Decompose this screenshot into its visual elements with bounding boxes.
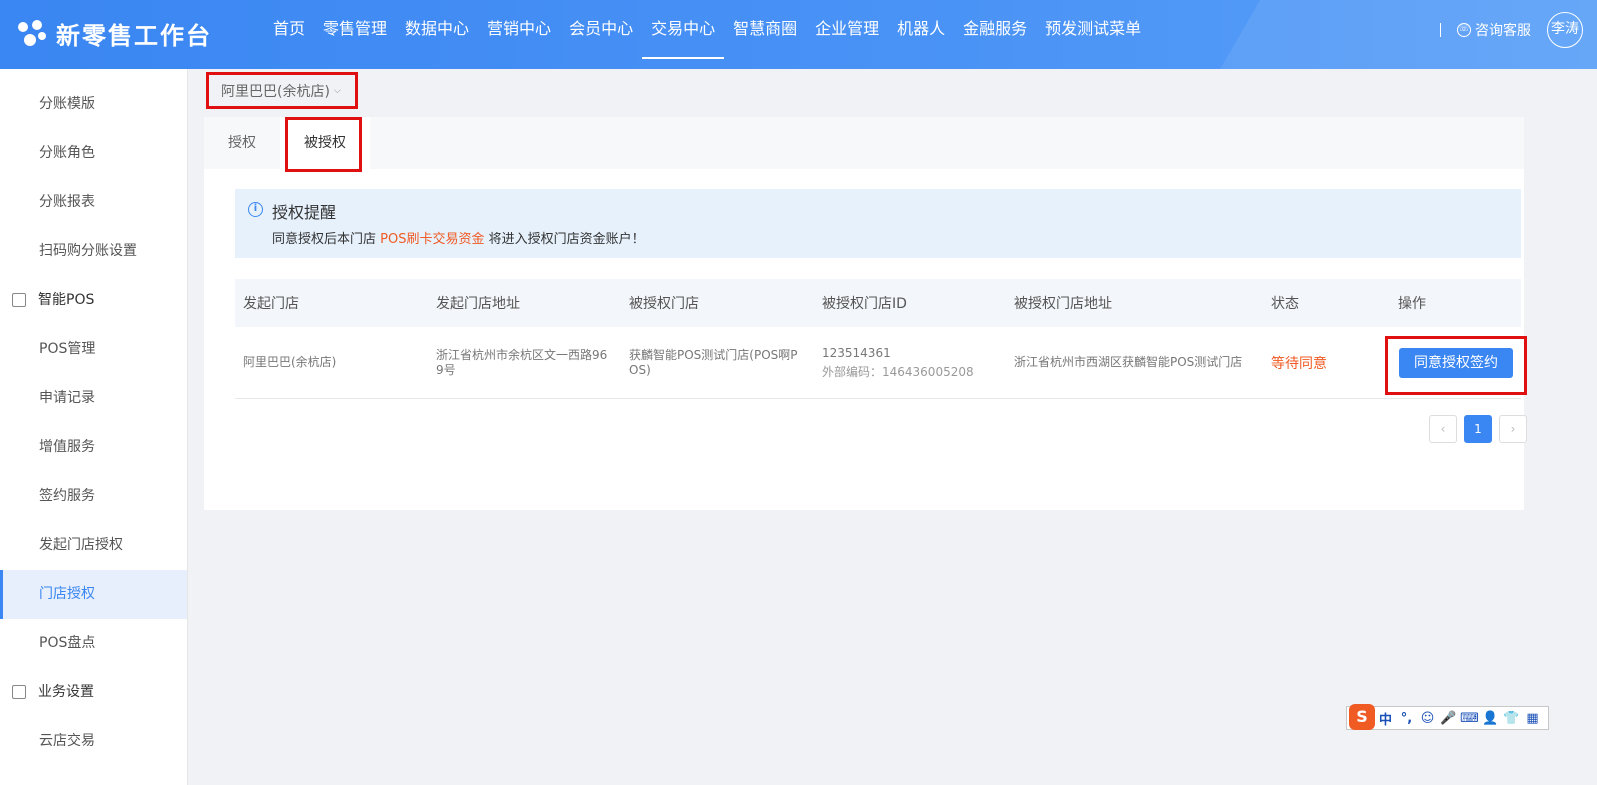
nav-member[interactable]: 会员中心 — [560, 0, 642, 69]
sidebar-group-smart-pos[interactable]: 智能POS — [0, 276, 187, 325]
th-auth-store: 被授权门店 — [629, 296, 699, 312]
auth-notice: i 授权提醒 同意授权后本门店 POS刷卡交易资金 将进入授权门店资金账户！ — [235, 189, 1521, 258]
cell-auth-store: 获麟智能POS测试门店(POS啊POS) — [629, 347, 798, 377]
th-action: 操作 — [1398, 296, 1426, 312]
sidebar-item-split-report[interactable]: 分账报表 — [0, 178, 187, 227]
ime-voice-icon[interactable]: 🎤 — [1438, 711, 1459, 726]
store-selector-value: 阿里巴巴(余杭店) — [221, 83, 330, 100]
notice-body: 同意授权后本门店 POS刷卡交易资金 将进入授权门店资金账户！ — [272, 228, 645, 247]
tab-authorized[interactable]: 被授权 — [280, 117, 370, 169]
table-row: 阿里巴巴(余杭店) 浙江省杭州市余杭区文一西路969号 获麟智能POS测试门店(… — [235, 327, 1521, 399]
sidebar-group-label: 业务设置 — [38, 684, 94, 700]
sidebar-item-split-role[interactable]: 分账角色 — [0, 129, 187, 178]
ime-chinese-mode-icon[interactable]: 中 — [1375, 709, 1396, 728]
notice-body-post: 将进入授权门店资金账户！ — [484, 232, 645, 247]
sidebar-item-pos-manage[interactable]: POS管理 — [0, 325, 187, 374]
nav-retail[interactable]: 零售管理 — [314, 0, 396, 69]
page-1-button[interactable]: 1 — [1464, 415, 1492, 443]
sidebar-item-initiate-auth[interactable]: 发起门店授权 — [0, 521, 187, 570]
auth-tabs: 授权 被授权 — [204, 117, 1524, 172]
sidebar-item-scan-split-settings[interactable]: 扫码购分账设置 — [0, 227, 187, 276]
ime-toolbar: S 中 °, ☺ 🎤 ⌨ 👤 👕 ▦ — [1346, 704, 1549, 730]
sidebar-item-split-template[interactable]: 分账模版 — [0, 80, 187, 129]
logo-text: 新零售工作台 — [56, 22, 212, 50]
ime-punctuation-icon[interactable]: °, — [1396, 711, 1417, 726]
prev-page-button[interactable]: ‹ — [1429, 415, 1457, 443]
pos-device-icon — [12, 293, 26, 307]
nav-data[interactable]: 数据中心 — [396, 0, 478, 69]
ime-user-icon[interactable]: 👤 — [1480, 711, 1501, 726]
tab-authorize[interactable]: 授权 — [204, 117, 280, 169]
ime-skin-icon[interactable]: 👕 — [1501, 711, 1522, 726]
sidebar-item-cloud-trade[interactable]: 云店交易 — [0, 717, 187, 766]
main-nav: 首页 零售管理 数据中心 营销中心 会员中心 交易中心 智慧商圈 企业管理 机器… — [264, 0, 1150, 69]
th-auth-store-id: 被授权门店ID — [822, 296, 907, 312]
table-header: 发起门店 发起门店地址 被授权门店 被授权门店ID 被授权门店地址 状态 操作 — [235, 279, 1521, 327]
user-avatar[interactable]: 李涛 — [1547, 12, 1583, 48]
pagination: ‹ 1 › — [1422, 415, 1527, 443]
th-origin-store: 发起门店 — [243, 296, 299, 312]
nav-marketing[interactable]: 营销中心 — [478, 0, 560, 69]
cell-auth-store-id: 123514361 外部编码：146436005208 — [814, 346, 1006, 380]
notice-title: 授权提醒 — [272, 203, 337, 222]
th-origin-address: 发起门店地址 — [436, 296, 520, 312]
top-header: 新零售工作台 首页 零售管理 数据中心 营销中心 会员中心 交易中心 智慧商圈 … — [0, 0, 1597, 69]
customer-service-link[interactable]: ☏ 咨询客服 — [1457, 20, 1531, 40]
notice-body-pre: 同意授权后本门店 — [272, 232, 381, 247]
headset-icon: ☏ — [1457, 23, 1471, 37]
content-panel: 授权 被授权 i 授权提醒 同意授权后本门店 POS刷卡交易资金 将进入授权门店… — [204, 117, 1527, 510]
auth-store-id: 123514361 — [822, 345, 891, 360]
cell-auth-address: 浙江省杭州市西湖区获麟智能POS测试门店 — [1014, 355, 1243, 369]
app-logo[interactable]: 新零售工作台 — [16, 16, 212, 51]
sidebar-item-store-auth[interactable]: 门店授权 — [0, 570, 187, 619]
service-label: 咨询客服 — [1475, 23, 1531, 39]
sidebar-item-apply-records[interactable]: 申请记录 — [0, 374, 187, 423]
header-right: ☏ 咨询客服 李涛 — [1440, 12, 1583, 48]
cell-origin-store: 阿里巴巴(余杭店) — [243, 355, 337, 369]
auth-table: 发起门店 发起门店地址 被授权门店 被授权门店ID 被授权门店地址 状态 操作 … — [235, 279, 1527, 399]
sidebar-item-sign-service[interactable]: 签约服务 — [0, 472, 187, 521]
th-auth-address: 被授权门店地址 — [1014, 296, 1112, 312]
ime-keyboard-icon[interactable]: ⌨ — [1459, 711, 1480, 726]
chevron-down-icon: ⌵ — [333, 85, 341, 96]
sidebar-item-value-added[interactable]: 增值服务 — [0, 423, 187, 472]
nav-pre-test[interactable]: 预发测试菜单 — [1036, 0, 1150, 69]
info-icon: i — [248, 202, 263, 217]
next-page-button[interactable]: › — [1499, 415, 1527, 443]
nav-trade[interactable]: 交易中心 — [642, 0, 725, 69]
sidebar-group-label: 智能POS — [38, 292, 95, 308]
notice-body-highlight: POS刷卡交易资金 — [380, 232, 485, 247]
store-selector[interactable]: 阿里巴巴(余杭店) ⌵ — [206, 72, 358, 109]
sidebar-item-pos-inventory[interactable]: POS盘点 — [0, 619, 187, 668]
external-code: 外部编码：146436005208 — [822, 364, 974, 379]
nav-enterprise[interactable]: 企业管理 — [806, 0, 888, 69]
sogou-logo-icon[interactable]: S — [1349, 704, 1375, 730]
status-badge: 等待同意 — [1271, 355, 1327, 372]
header-divider — [1440, 23, 1441, 37]
nav-finance[interactable]: 金融服务 — [954, 0, 1036, 69]
sidebar-group-business-settings[interactable]: 业务设置 — [0, 668, 187, 717]
ime-toolbox-icon[interactable]: ▦ — [1522, 711, 1543, 726]
th-status: 状态 — [1271, 296, 1299, 312]
nav-smart-district[interactable]: 智慧商圈 — [724, 0, 806, 69]
nav-robot[interactable]: 机器人 — [888, 0, 954, 69]
agree-auth-sign-button[interactable]: 同意授权签约 — [1399, 348, 1513, 378]
nav-home[interactable]: 首页 — [264, 0, 314, 69]
briefcase-icon — [12, 685, 26, 699]
ime-emoji-icon[interactable]: ☺ — [1417, 711, 1438, 726]
cell-origin-address: 浙江省杭州市余杭区文一西路969号 — [436, 347, 608, 377]
logo-icon — [16, 18, 48, 50]
sidebar: 分账模版 分账角色 分账报表 扫码购分账设置 智能POS POS管理 申请记录 … — [0, 69, 188, 785]
